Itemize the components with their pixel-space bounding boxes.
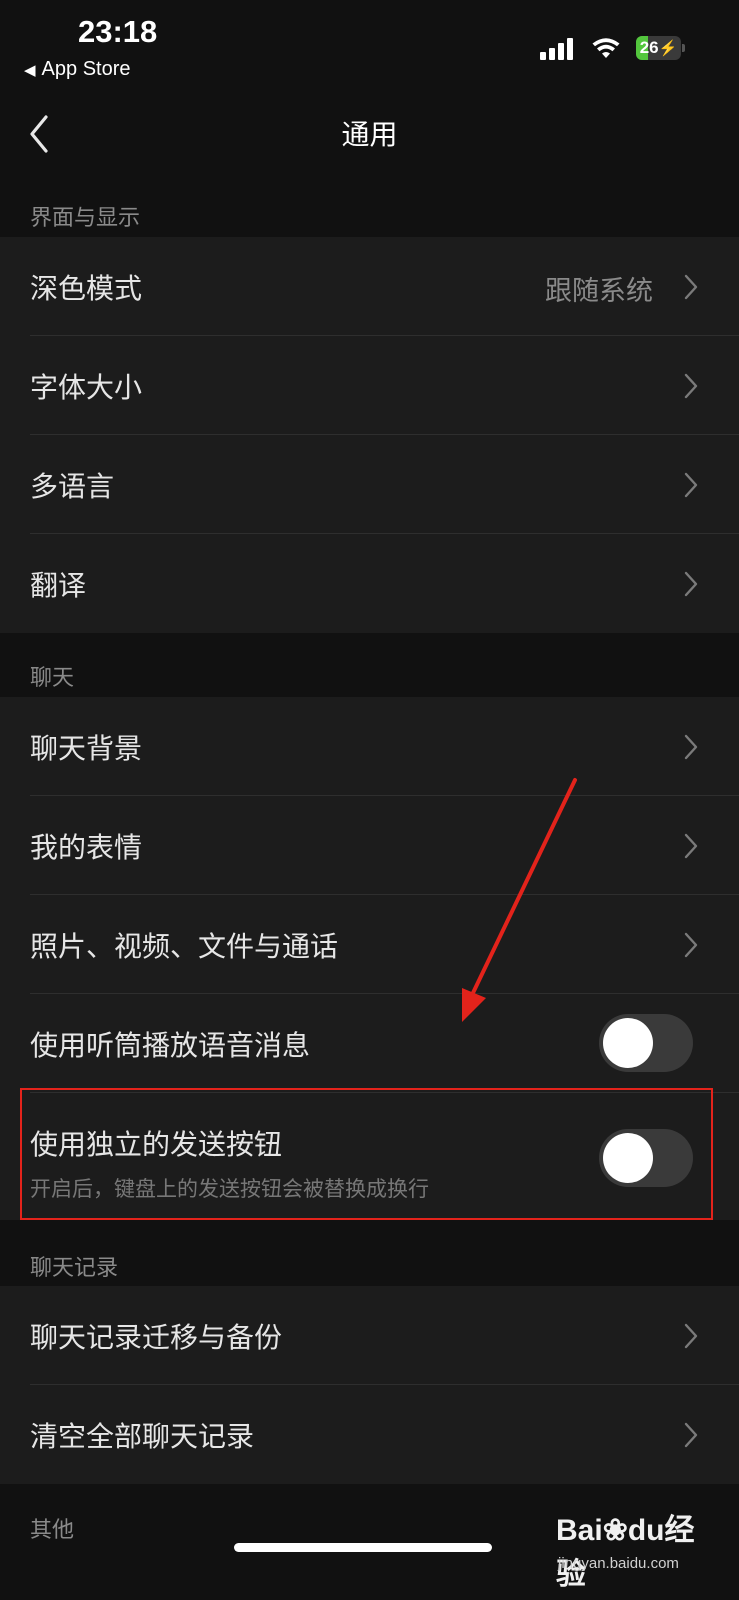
row-label: 聊天背景 — [30, 732, 143, 765]
settings-group-display: 深色模式 跟随系统 字体大小 多语言 翻译 — [0, 237, 739, 633]
watermark-logo: Bai❀du经验 — [556, 1505, 706, 1593]
baidu-jingyan-watermark: Bai❀du经验 jingyan.baidu.com — [556, 1505, 706, 1591]
signal-icon — [540, 38, 573, 60]
chevron-right-icon — [684, 571, 698, 597]
row-clear-history[interactable]: 清空全部聊天记录 — [0, 1385, 739, 1484]
chevron-right-icon — [684, 472, 698, 498]
row-my-stickers[interactable]: 我的表情 — [0, 796, 739, 895]
row-label: 我的表情 — [30, 831, 143, 864]
chevron-right-icon — [684, 833, 698, 859]
nav-bar: 通用 — [0, 95, 739, 175]
page-title: 通用 — [341, 118, 398, 151]
row-label: 翻译 — [30, 569, 87, 602]
section-header-other: 其他 — [30, 1518, 75, 1543]
back-to-app-store-link[interactable]: ◀ App Store — [24, 58, 131, 81]
row-chat-background[interactable]: 聊天背景 — [0, 697, 739, 796]
wifi-icon — [592, 38, 620, 58]
row-label: 深色模式 — [30, 272, 143, 305]
row-translate[interactable]: 翻译 — [0, 534, 739, 633]
row-label: 照片、视频、文件与通话 — [30, 930, 339, 963]
watermark-logo-bai: Bai — [556, 1514, 603, 1547]
row-media-files-calls[interactable]: 照片、视频、文件与通话 — [0, 895, 739, 994]
earpiece-toggle[interactable] — [599, 1014, 693, 1072]
toggle-knob — [603, 1018, 653, 1068]
row-value: 跟随系统 — [545, 276, 653, 307]
row-dark-mode[interactable]: 深色模式 跟随系统 — [0, 237, 739, 336]
row-label: 多语言 — [30, 470, 115, 503]
paw-icon: ❀ — [602, 1514, 628, 1547]
watermark-logo-du: du — [627, 1514, 665, 1547]
section-header-history: 聊天记录 — [30, 1256, 119, 1281]
row-label: 使用听筒播放语音消息 — [30, 1029, 311, 1062]
row-label: 清空全部聊天记录 — [30, 1420, 255, 1453]
back-app-label: App Store — [41, 58, 131, 80]
row-font-size[interactable]: 字体大小 — [0, 336, 739, 435]
section-header-chat: 聊天 — [30, 666, 75, 691]
row-label: 聊天记录迁移与备份 — [30, 1321, 283, 1354]
row-history-migrate-backup[interactable]: 聊天记录迁移与备份 — [0, 1286, 739, 1385]
back-triangle-icon: ◀ — [24, 62, 36, 79]
status-bar: 23:18 ◀ App Store 26⚡ — [0, 0, 739, 95]
battery-charging-icon: 26⚡ — [636, 36, 681, 60]
home-indicator[interactable] — [234, 1543, 492, 1552]
battery-level: 26 — [639, 38, 659, 57]
status-time: 23:18 — [78, 14, 158, 49]
battery-cap — [682, 44, 685, 52]
row-language[interactable]: 多语言 — [0, 435, 739, 534]
section-header-display: 界面与显示 — [30, 206, 141, 231]
watermark-site: jingyan.baidu.com — [558, 1555, 679, 1572]
chevron-right-icon — [684, 1422, 698, 1448]
chevron-right-icon — [684, 932, 698, 958]
chevron-right-icon — [684, 274, 698, 300]
row-earpiece-playback: 使用听筒播放语音消息 — [0, 994, 739, 1093]
chevron-right-icon — [684, 734, 698, 760]
chevron-right-icon — [684, 373, 698, 399]
annotation-highlight-box — [20, 1088, 713, 1220]
chevron-right-icon — [684, 1323, 698, 1349]
settings-group-history: 聊天记录迁移与备份 清空全部聊天记录 — [0, 1286, 739, 1484]
row-label: 字体大小 — [30, 371, 143, 404]
